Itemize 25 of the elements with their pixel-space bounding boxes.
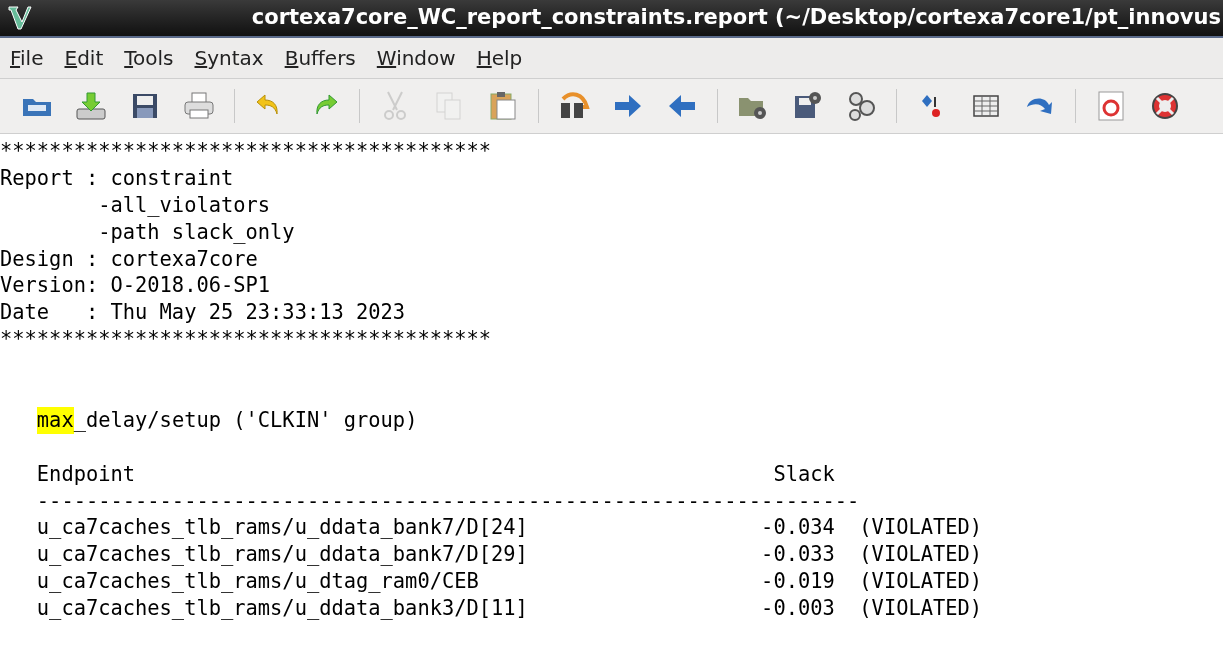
- menu-item[interactable]: Tools: [124, 43, 174, 73]
- text-line: u_ca7caches_tlb_rams/u_dtag_ram0/CEB -0.019 (VIOLATED): [35, 569, 983, 594]
- window-title: cortexa7core_WC_report_constraints.report (~/Desktop/cortexa7core1/pt_innovus: [251, 4, 1222, 32]
- text-line: Endpoint Slack: [35, 461, 835, 486]
- download-icon: [74, 89, 108, 123]
- text-line: Date : Thu May 25 23:33:13 2023: [0, 300, 406, 325]
- menu-item[interactable]: Edit: [64, 43, 104, 73]
- menu-item[interactable]: File: [10, 43, 44, 73]
- menu-item[interactable]: Help: [476, 43, 523, 73]
- search-highlight: max: [36, 406, 74, 434]
- text-line: -all_violators: [97, 192, 271, 217]
- text-line: u_ca7caches_tlb_rams/u_ddata_bank7/D[29] -0.033 (VIOLATED): [35, 542, 983, 567]
- menu-item[interactable]: Window: [376, 43, 456, 73]
- text-line: u_ca7caches_tlb_rams/u_ddata_bank3/D[11] -0.003 (VIOLATED): [35, 596, 983, 621]
- text-line: ****************************************: [0, 139, 492, 163]
- text-line: Design : cortexa7core: [0, 246, 258, 271]
- text-line: ****************************************: [0, 327, 492, 352]
- text-line: -------------------------------------------------------------------: [35, 488, 860, 513]
- text-line: u_ca7caches_tlb_rams/u_ddata_bank7/D[24] -0.034 (VIOLATED): [35, 515, 983, 540]
- text-line: -path slack_only: [97, 219, 295, 244]
- menu-item[interactable]: Buffers: [284, 43, 356, 73]
- text-line: Version: O-2018.06-SP1: [0, 273, 271, 298]
- vim-logo-icon: [6, 4, 34, 32]
- menu-item[interactable]: Syntax: [194, 43, 264, 73]
- text-line: Report : constraint: [0, 165, 234, 190]
